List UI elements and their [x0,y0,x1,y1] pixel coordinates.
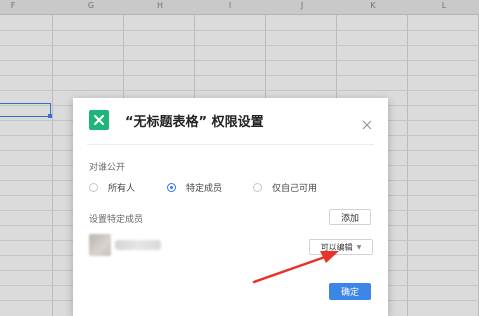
annotation-arrow-icon [252,251,339,284]
